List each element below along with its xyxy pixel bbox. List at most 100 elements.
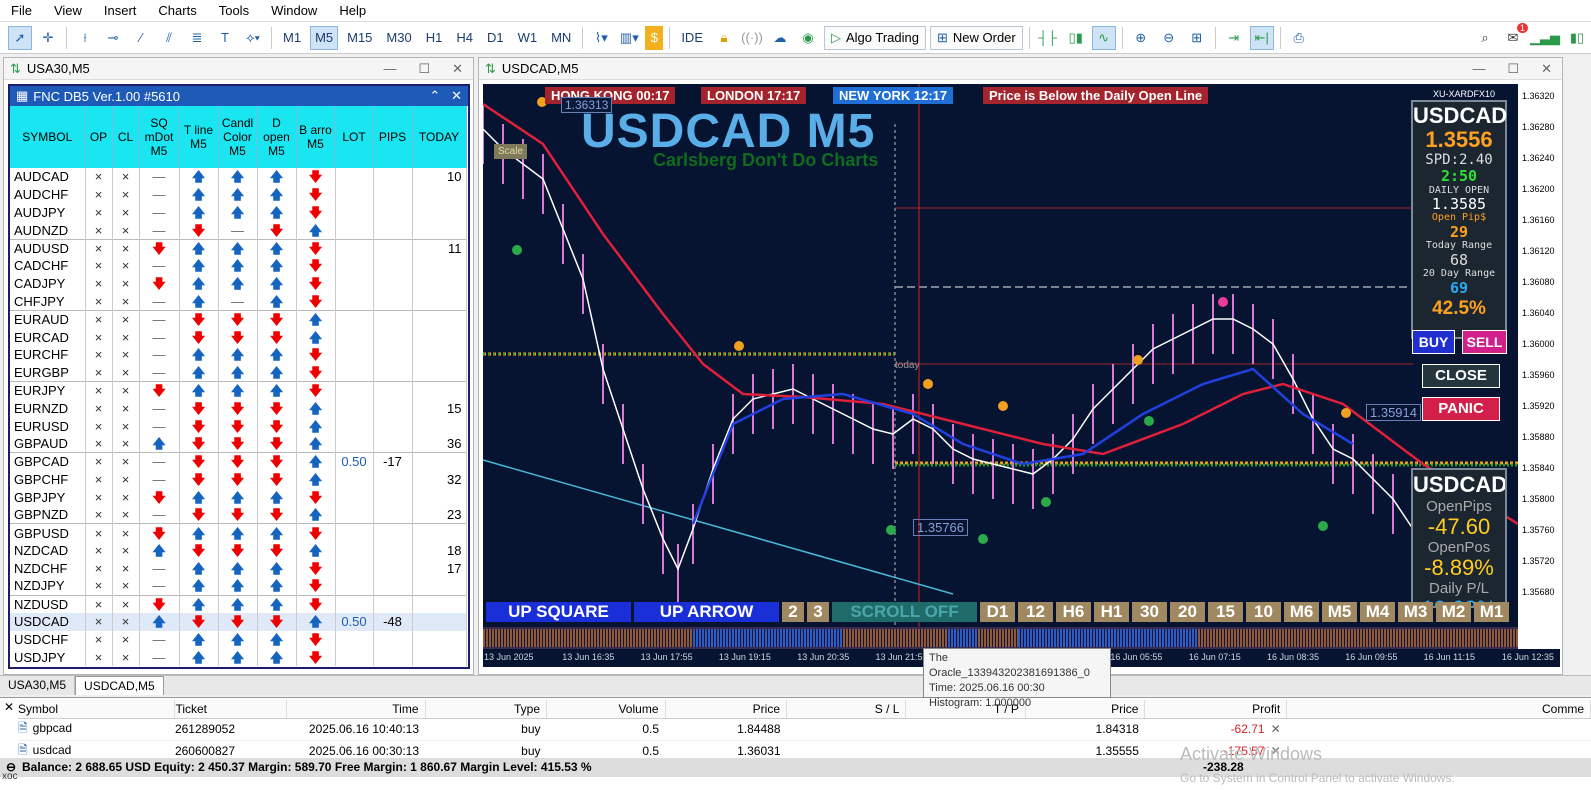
cl-cell[interactable]: ×	[112, 185, 140, 204]
bottom-btn-20[interactable]: 20	[1170, 602, 1205, 622]
bottom-btn-12[interactable]: 12	[1018, 602, 1053, 622]
cl-cell[interactable]: ×	[112, 452, 140, 471]
op-cell[interactable]: ×	[85, 559, 113, 578]
vps-icon[interactable]: ◉	[796, 26, 820, 50]
timeframe-m15[interactable]: M15	[342, 26, 377, 50]
new-order-button[interactable]: ⊞ New Order	[929, 25, 1023, 50]
op-cell[interactable]: ×	[85, 328, 113, 346]
lock-icon[interactable]: 🔒︎	[712, 26, 736, 50]
trade-col-header[interactable]: Profit	[1144, 700, 1288, 719]
bottom-btn-15[interactable]: 15	[1208, 602, 1243, 622]
cl-cell[interactable]: ×	[112, 221, 140, 240]
op-cell[interactable]: ×	[85, 648, 113, 667]
timeframe-m1[interactable]: M1	[278, 26, 306, 50]
bottom-btn-m3[interactable]: M3	[1398, 602, 1433, 622]
zoom-in-icon[interactable]: ⊕	[1129, 26, 1153, 50]
table-row[interactable]: GBPJPY × × 🡇 🡅 🡅 🡅 🡇	[10, 488, 467, 507]
bottom-btn-3[interactable]: 3	[807, 602, 829, 622]
terminal-close-icon[interactable]: ✕	[4, 700, 14, 714]
panic-button[interactable]: PANIC	[1422, 397, 1500, 421]
bottom-btn-10[interactable]: 10	[1246, 602, 1281, 622]
op-cell[interactable]: ×	[85, 345, 113, 364]
symbol-cell[interactable]: GBPJPY	[10, 488, 86, 507]
table-row[interactable]: CADCHF × × — 🡅 🡅 🡅 🡇	[10, 256, 467, 275]
symbol-cell[interactable]: CADCHF	[10, 256, 86, 275]
minimize-button[interactable]: —	[1472, 61, 1485, 77]
bottom-btn-m2[interactable]: M2	[1436, 602, 1471, 622]
cl-cell[interactable]: ×	[112, 168, 140, 186]
table-row[interactable]: GBPUSD × × 🡇 🡅 🡅 🡅 🡇	[10, 523, 467, 542]
table-row[interactable]: NZDUSD × × 🡇 🡅 🡅 🡅 🡇	[10, 594, 467, 613]
symbol-cell[interactable]: USDCAD	[10, 612, 86, 631]
op-cell[interactable]: ×	[85, 506, 113, 524]
trade-col-header[interactable]: Price	[665, 700, 787, 719]
indicators-icon[interactable]: ▥▾	[617, 26, 641, 50]
op-cell[interactable]: ×	[85, 541, 113, 560]
cl-cell[interactable]: ×	[112, 203, 140, 222]
bottom-btn-m1[interactable]: M1	[1474, 602, 1509, 622]
table-row[interactable]: CADJPY × × 🡇 🡅 🡅 🡅 🡇	[10, 274, 467, 293]
timeframe-h1[interactable]: H1	[421, 26, 448, 50]
table-row[interactable]: NZDCHF × × — 🡅 🡅 🡅 🡇 17	[10, 559, 467, 578]
op-cell[interactable]: ×	[85, 594, 113, 613]
symbol-cell[interactable]: EURCHF	[10, 345, 86, 364]
cl-cell[interactable]: ×	[112, 648, 140, 667]
symbol-cell[interactable]: NZDCAD	[10, 541, 86, 560]
table-row[interactable]: EURGBP × × — 🡅 🡅 🡅 🡇	[10, 363, 467, 382]
dashboard-controls[interactable]: ⌃ ✕	[429, 88, 468, 104]
table-row[interactable]: CHFJPY × × — 🡅 — 🡅 🡇	[10, 292, 467, 311]
chart-shift-icon[interactable]: ⇤|	[1249, 25, 1274, 50]
menu-tools[interactable]: Tools	[208, 3, 260, 18]
symbol-cell[interactable]: NZDCHF	[10, 559, 86, 578]
symbol-cell[interactable]: CHFJPY	[10, 292, 86, 311]
cursor-tool-icon[interactable]: ➚	[8, 25, 32, 50]
cl-cell[interactable]: ×	[112, 399, 140, 418]
fibonacci-icon[interactable]: ≣	[185, 26, 209, 50]
symbol-cell[interactable]: AUDUSD	[10, 238, 86, 257]
op-cell[interactable]: ×	[85, 203, 113, 222]
cl-cell[interactable]: ×	[112, 256, 140, 275]
table-row[interactable]: EURJPY × × 🡇 🡅 🡅 🡅 🡇	[10, 381, 467, 400]
close-button[interactable]: ✕	[452, 61, 463, 77]
symbol-cell[interactable]: GBPAUD	[10, 434, 86, 453]
channel-icon[interactable]: ⫽	[157, 26, 181, 50]
cl-cell[interactable]: ×	[112, 363, 140, 382]
cl-cell[interactable]: ×	[112, 577, 140, 596]
cl-cell[interactable]: ×	[112, 434, 140, 453]
dollar-icon[interactable]: $	[645, 25, 664, 50]
crosshair-tool-icon[interactable]: ✛	[36, 26, 60, 50]
trade-col-header[interactable]: S / L	[786, 700, 907, 719]
grid-icon[interactable]: ⊞	[1185, 26, 1209, 50]
op-cell[interactable]: ×	[85, 488, 113, 507]
symbol-cell[interactable]: EURJPY	[10, 381, 86, 400]
menu-charts[interactable]: Charts	[147, 3, 207, 18]
text-tool-icon[interactable]: T	[213, 26, 237, 50]
table-row[interactable]: GBPNZD × × — 🡇 🡇 🡇 🡅 23	[10, 506, 467, 524]
table-row[interactable]: EURNZD × × — 🡇 🡇 🡇 🡅 15	[10, 399, 467, 418]
timeframe-m5[interactable]: M5	[310, 25, 339, 50]
maximize-button[interactable]: ☐	[418, 61, 430, 77]
table-row[interactable]: AUDCAD × × — 🡅 🡅 🡅 🡇 10	[10, 168, 467, 186]
op-cell[interactable]: ×	[85, 630, 113, 649]
close-trade-icon[interactable]: ✕	[1271, 722, 1281, 736]
symbol-cell[interactable]: EURCAD	[10, 328, 86, 346]
bottom-btn-up-arrow[interactable]: UP ARROW	[634, 602, 779, 622]
shapes-icon[interactable]: ⟡▾	[241, 26, 265, 50]
table-row[interactable]: AUDCHF × × — 🡅 🡅 🡅 🡇	[10, 185, 467, 204]
symbol-cell[interactable]: NZDJPY	[10, 577, 86, 596]
close-button[interactable]: ✕	[1541, 61, 1552, 77]
cl-cell[interactable]: ×	[112, 381, 140, 400]
zoom-out-icon[interactable]: ⊖	[1157, 26, 1181, 50]
bottom-btn-m6[interactable]: M6	[1284, 602, 1319, 622]
op-cell[interactable]: ×	[85, 399, 113, 418]
line-chart-icon[interactable]: ∿	[1091, 25, 1116, 50]
cl-cell[interactable]: ×	[112, 274, 140, 293]
cl-cell[interactable]: ×	[112, 506, 140, 524]
cl-cell[interactable]: ×	[112, 488, 140, 507]
symbol-cell[interactable]: GBPNZD	[10, 506, 86, 524]
table-row[interactable]: USDJPY × × — 🡅 🡅 🡅 🡇	[10, 648, 467, 667]
op-cell[interactable]: ×	[85, 309, 113, 329]
menu-view[interactable]: View	[43, 3, 93, 18]
cl-cell[interactable]: ×	[112, 630, 140, 649]
bottom-btn-h6[interactable]: H6	[1056, 602, 1091, 622]
